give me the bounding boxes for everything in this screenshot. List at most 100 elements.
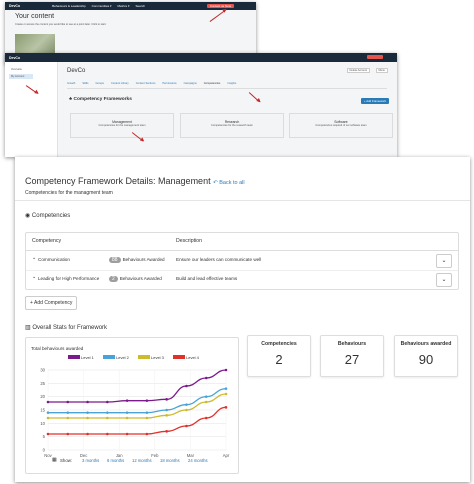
- page-title: Competency Framework Details: Management…: [25, 176, 245, 186]
- data-point: [86, 432, 89, 436]
- framework-card-management[interactable]: Management Competencies for the manageme…: [70, 113, 174, 138]
- tab-groups[interactable]: Groups: [95, 82, 104, 88]
- table-row[interactable]: ⌄ Leading for High Performance 2 Behaviou…: [26, 270, 458, 289]
- y-tick-label: 20: [40, 394, 45, 399]
- data-point: [165, 408, 168, 412]
- stat-card-competencies: Competencies 2: [247, 335, 311, 377]
- data-point: [185, 424, 188, 428]
- expand-button[interactable]: ⌄: [436, 273, 452, 287]
- data-point: [66, 416, 70, 420]
- data-point: [204, 416, 208, 420]
- nav-item[interactable]: Behaviours & Leadership: [52, 4, 86, 8]
- chart-title: Total behaviours awarded: [31, 346, 84, 351]
- show-option-3-months[interactable]: 3 months: [82, 458, 99, 463]
- stat-card-behaviours-awarded: Behaviours awarded 90: [394, 335, 458, 377]
- competencies-table: Competency Description ⌄ Communication 8…: [25, 232, 459, 290]
- add-competency-button[interactable]: + Add Competency: [25, 296, 78, 310]
- screenshot-framework-details: Competency Framework Details: Management…: [15, 157, 470, 482]
- data-point: [46, 411, 50, 414]
- competency-description: Build and lead effective teams: [176, 276, 238, 281]
- data-point: [125, 432, 129, 436]
- brand-logo[interactable]: DevCo: [9, 4, 20, 8]
- show-option-18-months[interactable]: 18 months: [160, 458, 180, 463]
- screenshot-devco-competencies: DevCo Overview My Account DevCo Delete A…: [5, 53, 397, 157]
- x-tick-label: Feb: [151, 453, 159, 458]
- tab-competencies[interactable]: Competencies: [204, 82, 221, 88]
- behaviours-awarded: 2 Behaviours Awarded: [109, 276, 162, 282]
- stat-label: Behaviours: [337, 341, 367, 347]
- data-point: [204, 395, 208, 398]
- data-point: [185, 408, 188, 412]
- framework-card-research[interactable]: Research Competencies for the research t…: [180, 113, 284, 138]
- chevron-down-icon[interactable]: ⌄: [32, 274, 36, 280]
- header-action-button[interactable]: [367, 55, 383, 59]
- series-line: [48, 406, 227, 435]
- data-point: [224, 368, 228, 372]
- competency-name: Leading for High Performance: [38, 276, 100, 281]
- section-title: ♣ Competency Frameworks: [69, 97, 132, 102]
- nav-item[interactable]: Communities ▾: [92, 4, 112, 8]
- show-option-6-months[interactable]: 6 months: [107, 458, 124, 463]
- tab-permissions[interactable]: Permissions: [162, 82, 176, 88]
- sidebar-item-overview[interactable]: Overview: [11, 68, 57, 71]
- calendar-icon: ▦: [52, 457, 57, 463]
- data-point: [165, 430, 168, 433]
- series-line: [48, 393, 227, 419]
- stat-label: Behaviours awarded: [400, 341, 452, 347]
- awarded-count-badge: 88: [109, 257, 121, 263]
- divider: [15, 200, 470, 201]
- tab-insights[interactable]: Insights: [227, 82, 236, 88]
- y-tick-label: 30: [40, 368, 45, 373]
- chevron-down-icon[interactable]: ⌄: [32, 255, 36, 261]
- data-point: [145, 411, 149, 414]
- table-row[interactable]: ⌄ Communication 88 Behaviours Awarded Ens…: [26, 251, 458, 271]
- data-point: [66, 432, 70, 436]
- legend-swatch: [173, 355, 185, 359]
- competency-name: Communication: [38, 257, 70, 262]
- contact-button[interactable]: Contact us Now: [206, 4, 234, 8]
- data-point: [66, 400, 70, 404]
- nav-item[interactable]: Search: [136, 4, 146, 8]
- data-point: [145, 399, 149, 402]
- framework-card-software[interactable]: Software Competencies required of our so…: [289, 113, 393, 138]
- tab-growth[interactable]: Growth: [67, 82, 75, 88]
- legend-label: Level 2: [116, 355, 130, 360]
- data-point: [106, 411, 109, 414]
- sidebar-item-my-account[interactable]: My Account: [9, 74, 33, 79]
- stat-card-behaviours: Behaviours 27: [320, 335, 384, 377]
- legend-label: Level 3: [151, 355, 165, 360]
- legend-label: Level 1: [81, 355, 95, 360]
- data-point: [165, 398, 168, 401]
- framework-desc: Competencies for the management team: [98, 124, 146, 127]
- tab-campaigns[interactable]: Campaigns: [184, 82, 197, 88]
- y-tick-label: 15: [40, 408, 45, 413]
- data-point: [46, 416, 50, 420]
- stat-value: 2: [275, 352, 283, 367]
- add-framework-button[interactable]: + Add Framework: [361, 98, 389, 104]
- tab-content-library[interactable]: Content Library: [111, 82, 129, 88]
- nav-item[interactable]: Metrics ▾: [117, 4, 129, 8]
- expand-button[interactable]: ⌄: [436, 254, 452, 268]
- series-line: [48, 369, 227, 403]
- tab-content-sections[interactable]: Content Sections: [136, 82, 156, 88]
- framework-desc: Competencies required of our software te…: [315, 124, 367, 127]
- data-point: [185, 403, 188, 406]
- column-header-description: Description: [176, 238, 202, 244]
- tab-skills[interactable]: Skills: [82, 82, 88, 88]
- data-point: [204, 376, 208, 380]
- show-option-24-months[interactable]: 24 months: [188, 458, 208, 463]
- data-point: [125, 411, 129, 414]
- show-option-12-months[interactable]: 12 months: [132, 458, 152, 463]
- column-header-competency: Competency: [32, 238, 62, 244]
- brand-logo[interactable]: DevCo: [9, 56, 20, 60]
- delete-account-button[interactable]: Delete Account: [346, 68, 370, 73]
- data-point: [125, 399, 129, 402]
- stats-heading: ▥ Overall Stats for Framework: [25, 325, 108, 331]
- menu-button[interactable]: Menu: [375, 68, 388, 73]
- data-point: [165, 414, 168, 417]
- competencies-heading: ◉ Competencies: [25, 213, 71, 219]
- back-to-all-link[interactable]: ↶ Back to all: [213, 180, 245, 186]
- show-label: Show:: [60, 458, 73, 463]
- y-tick-label: 25: [40, 381, 45, 386]
- y-tick-label: 10: [40, 421, 45, 426]
